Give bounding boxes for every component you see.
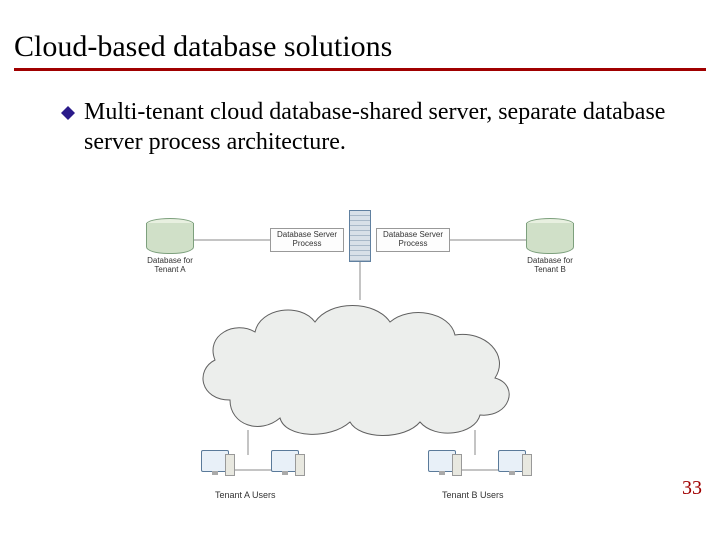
pc-tenant-a-1 (195, 450, 235, 472)
bullet-text: Multi-tenant cloud database-shared serve… (84, 97, 676, 157)
db-right-label: Database for Tenant B (520, 256, 580, 274)
rack-icon (349, 210, 371, 262)
database-tenant-b: Database for Tenant B (520, 218, 580, 274)
architecture-diagram: Database for Tenant A Database for Tenan… (140, 210, 580, 510)
users-right-label: Tenant B Users (442, 490, 504, 500)
db-left-label: Database for Tenant A (140, 256, 200, 274)
db-server-process-left: Database Server Process (270, 228, 344, 252)
page-number: 33 (682, 477, 702, 500)
slide: Cloud-based database solutions Multi-ten… (0, 0, 720, 540)
pc-tenant-b-1 (422, 450, 462, 472)
pc-tenant-a-2 (265, 450, 305, 472)
server-rack (340, 210, 380, 262)
db-server-process-right: Database Server Process (376, 228, 450, 252)
diamond-bullet-icon (60, 105, 76, 126)
database-tenant-a: Database for Tenant A (140, 218, 200, 274)
bullet-item: Multi-tenant cloud database-shared serve… (14, 97, 706, 157)
slide-title: Cloud-based database solutions (14, 30, 706, 71)
pc-tenant-b-2 (492, 450, 532, 472)
users-left-label: Tenant A Users (215, 490, 276, 500)
cloud-icon (190, 290, 530, 430)
